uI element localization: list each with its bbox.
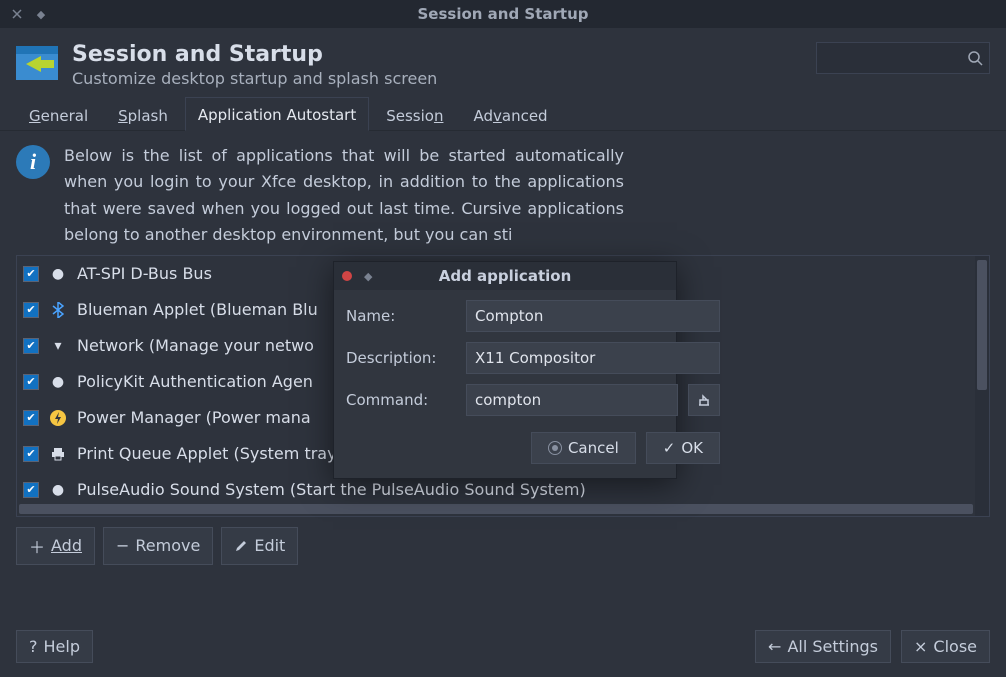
page-header: Session and Startup Customize desktop st…: [0, 28, 1006, 96]
generic-app-icon: ●: [49, 373, 67, 391]
close-icon[interactable]: [10, 7, 24, 21]
tab-session[interactable]: Session: [373, 98, 456, 131]
checkbox[interactable]: ✔: [23, 446, 39, 462]
page-title: Session and Startup: [72, 42, 437, 67]
window-titlebar: ◆ Session and Startup: [0, 0, 1006, 28]
tab-application-autostart[interactable]: Application Autostart: [185, 97, 369, 131]
checkbox[interactable]: ✔: [23, 410, 39, 426]
remove-button[interactable]: −Remove: [103, 527, 213, 565]
dialog-titlebar: ◆ Add application: [334, 262, 676, 290]
browse-button[interactable]: [688, 384, 720, 416]
ok-button[interactable]: ✓ OK: [646, 432, 720, 464]
tab-bar: General Splash Application Autostart Ses…: [0, 96, 1006, 131]
check-icon: ✓: [663, 439, 676, 457]
search-input[interactable]: [816, 42, 990, 74]
bluetooth-icon: [49, 301, 67, 319]
name-label: Name:: [346, 307, 456, 325]
network-icon: ▾: [49, 337, 67, 355]
tab-advanced[interactable]: Advanced: [460, 98, 560, 131]
list-item-label: Network (Manage your netwo: [77, 336, 314, 355]
generic-app-icon: ●: [49, 481, 67, 499]
back-icon: ←: [768, 637, 781, 656]
add-application-dialog: ◆ Add application Name: Description: Com…: [333, 261, 677, 479]
command-input[interactable]: [466, 384, 678, 416]
dialog-close-icon[interactable]: [342, 271, 352, 281]
window-title: Session and Startup: [0, 5, 1006, 23]
power-icon: [49, 409, 67, 427]
list-item-label: Blueman Applet (Blueman Blu: [77, 300, 318, 319]
close-icon: ×: [914, 637, 927, 656]
help-button[interactable]: ? Help: [16, 630, 93, 663]
vertical-scrollbar[interactable]: [975, 256, 989, 516]
checkbox[interactable]: ✔: [23, 482, 39, 498]
info-icon: i: [16, 145, 50, 179]
search-icon: [967, 50, 983, 66]
page-subtitle: Customize desktop startup and splash scr…: [72, 69, 437, 88]
generic-app-icon: ●: [49, 265, 67, 283]
pencil-icon: [234, 539, 248, 553]
description-input[interactable]: [466, 342, 720, 374]
description-label: Description:: [346, 349, 456, 367]
add-button[interactable]: ＋Add: [16, 527, 95, 565]
tab-splash[interactable]: Splash: [105, 98, 181, 131]
command-label: Command:: [346, 391, 456, 409]
cancel-icon: [548, 441, 562, 455]
tab-general[interactable]: General: [16, 98, 101, 131]
horizontal-scrollbar[interactable]: [19, 504, 973, 514]
list-item-label: PulseAudio Sound System (Start the Pulse…: [77, 480, 586, 499]
app-icon: [16, 46, 58, 80]
list-item-label: PolicyKit Authentication Agen: [77, 372, 313, 391]
footer: ? Help ← All Settings × Close: [0, 618, 1006, 677]
cancel-button[interactable]: Cancel: [531, 432, 636, 464]
edit-button[interactable]: Edit: [221, 527, 298, 565]
list-item-label: AT-SPI D-Bus Bus: [77, 264, 212, 283]
dialog-minimize-icon[interactable]: ◆: [364, 270, 372, 283]
printer-icon: [49, 445, 67, 463]
minimize-icon[interactable]: ◆: [34, 7, 48, 21]
checkbox[interactable]: ✔: [23, 302, 39, 318]
close-button[interactable]: × Close: [901, 630, 990, 663]
dialog-title: Add application: [334, 267, 676, 285]
all-settings-button[interactable]: ← All Settings: [755, 630, 891, 663]
checkbox[interactable]: ✔: [23, 266, 39, 282]
intro-text: Below is the list of applications that w…: [64, 143, 624, 249]
intro-section: i Below is the list of applications that…: [16, 143, 990, 249]
open-file-icon: [697, 393, 711, 407]
list-item-label: Power Manager (Power mana: [77, 408, 311, 427]
checkbox[interactable]: ✔: [23, 338, 39, 354]
list-toolbar: ＋Add −Remove Edit: [16, 527, 990, 565]
name-input[interactable]: [466, 300, 720, 332]
checkbox[interactable]: ✔: [23, 374, 39, 390]
